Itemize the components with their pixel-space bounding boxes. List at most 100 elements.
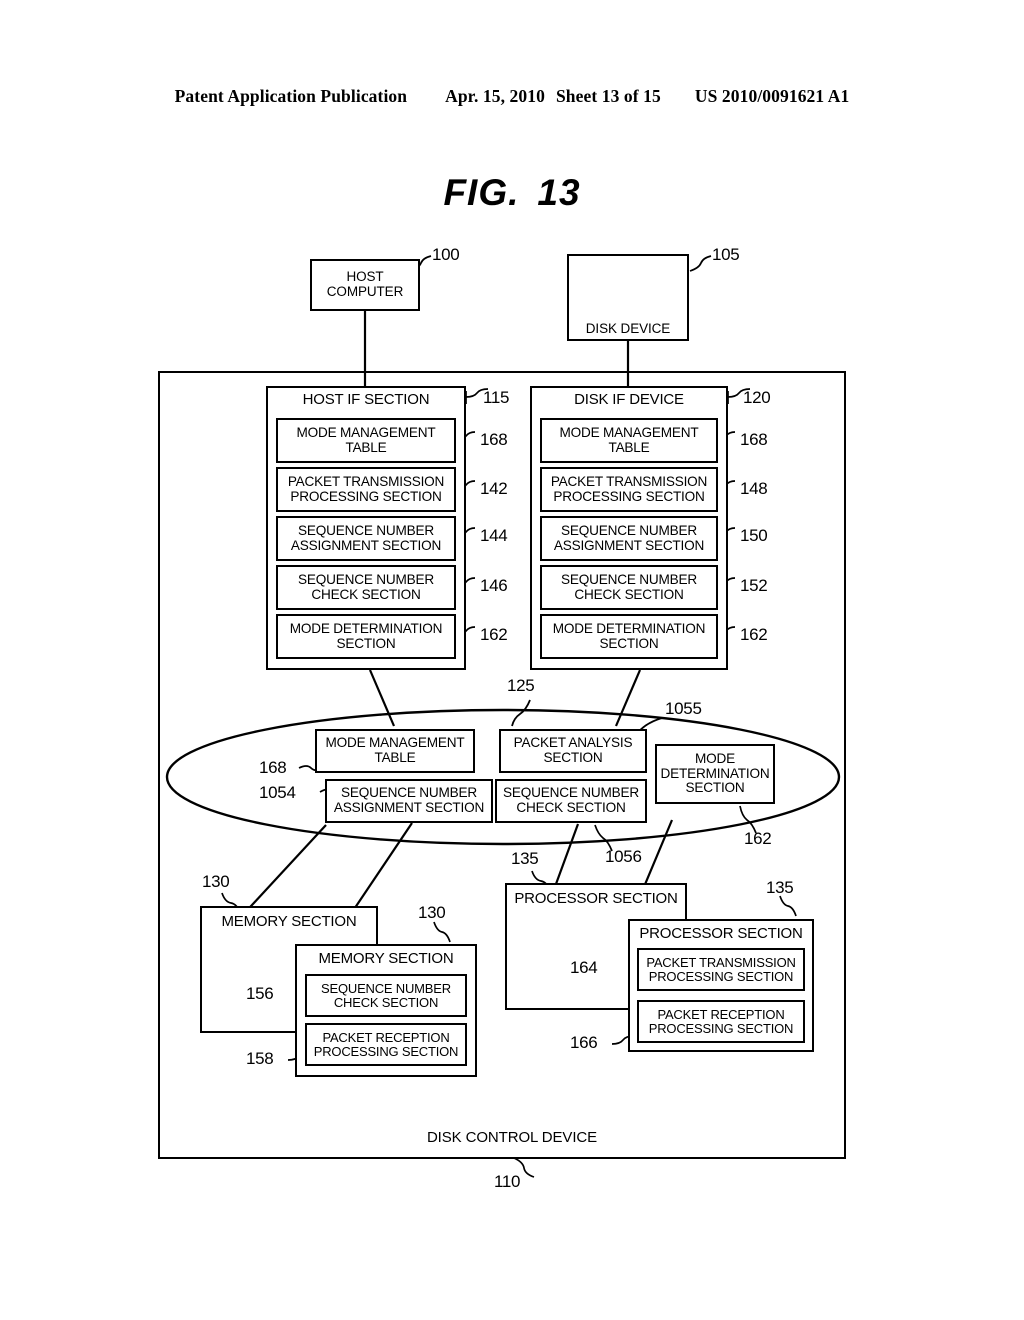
ref-142: 142 (480, 479, 508, 498)
box-line-1: MODE DETERMINATION (289, 620, 443, 636)
box-line-1: PACKET RECEPTION (657, 1006, 785, 1022)
ref-164: 164 (570, 958, 598, 977)
ref-105: 105 (712, 245, 740, 264)
box-line-2: TABLE (374, 750, 416, 765)
box-line-2: CHECK SECTION (333, 994, 439, 1010)
host-if-mode-management-table[interactable]: MODE MANAGEMENT TABLE (276, 418, 456, 463)
box-line-1: SEQUENCE NUMBER (561, 571, 697, 587)
ref-152: 152 (740, 576, 768, 595)
ref-1055: 1055 (665, 699, 702, 718)
ref-146: 146 (480, 576, 508, 595)
box-line-3: SECTION (685, 780, 745, 796)
ref-130-back: 130 (202, 872, 230, 891)
box-line-2: PROCESSING SECTION (648, 1020, 794, 1036)
ref-135-back: 135 (511, 849, 539, 868)
switch-sequence-number-assignment-section[interactable]: SEQUENCE NUMBER ASSIGNMENT SECTION (325, 779, 493, 823)
processor-section-front-title: PROCESSOR SECTION (639, 925, 803, 942)
box-line-1: SEQUENCE NUMBER (561, 522, 697, 538)
switch-packet-analysis-section[interactable]: PACKET ANALYSIS SECTION (499, 729, 647, 773)
ref-156: 156 (246, 984, 274, 1003)
disk-control-device-label: DISK CONTROL DEVICE (426, 1129, 598, 1146)
box-line-1: PACKET TRANSMISSION (646, 954, 796, 970)
box-line-1: SEQUENCE NUMBER (298, 522, 434, 538)
processor-section-back-title: PROCESSOR SECTION (514, 890, 678, 907)
memory-section-front-title: MEMORY SECTION (318, 950, 454, 967)
host-if-mode-determination-section[interactable]: MODE DETERMINATION SECTION (276, 614, 456, 659)
box-line-1: MODE (695, 751, 735, 767)
box-line-2: CHECK SECTION (574, 586, 684, 602)
diagram-line-layer (158, 255, 846, 1178)
box-line-2: SECTION (599, 635, 659, 651)
host-computer-box[interactable]: HOST COMPUTER (310, 259, 420, 311)
box-line-2: PROCESSING SECTION (290, 488, 442, 504)
box-line-2: DETERMINATION (660, 765, 770, 781)
disk-if-sequence-number-assignment-section[interactable]: SEQUENCE NUMBER ASSIGNMENT SECTION (540, 516, 718, 561)
ref-135-front: 135 (766, 878, 794, 897)
box-line-1: PACKET TRANSMISSION (287, 473, 445, 489)
host-if-packet-transmission-processing-section[interactable]: PACKET TRANSMISSION PROCESSING SECTION (276, 467, 456, 512)
box-line-1: PACKET RECEPTION (322, 1029, 450, 1045)
box-line-2: CHECK SECTION (516, 800, 626, 815)
memory-packet-reception-processing-section[interactable]: PACKET RECEPTION PROCESSING SECTION (305, 1023, 467, 1066)
box-line-1: SEQUENCE NUMBER (321, 980, 451, 996)
box-line-1: SEQUENCE NUMBER (503, 785, 639, 801)
box-line-2: PROCESSING SECTION (553, 488, 705, 504)
box-line-2: ASSIGNMENT SECTION (290, 537, 442, 553)
box-line-2: PROCESSING SECTION (313, 1043, 459, 1059)
ref-162-disk-if: 162 (740, 625, 768, 644)
box-line-1: MODE DETERMINATION (552, 620, 706, 636)
box-line-2: TABLE (608, 439, 650, 455)
box-line-2: SECTION (336, 635, 396, 651)
ref-168-host-if: 168 (480, 430, 508, 449)
switch-mode-management-table[interactable]: MODE MANAGEMENT TABLE (315, 729, 475, 773)
processor-packet-transmission-processing-section[interactable]: PACKET TRANSMISSION PROCESSING SECTION (637, 948, 805, 991)
memory-section-back-title: MEMORY SECTION (221, 913, 357, 930)
box-line-1: PACKET TRANSMISSION (550, 473, 708, 489)
ref-110: 110 (494, 1172, 521, 1191)
host-computer-label-2: COMPUTER (326, 284, 404, 299)
disk-device-box[interactable]: DISK DEVICE (567, 254, 689, 341)
ref-168-disk-if: 168 (740, 430, 768, 449)
ref-168-switch: 168 (259, 758, 287, 777)
host-computer-label-1: HOST (346, 269, 384, 285)
ref-1054: 1054 (259, 783, 296, 802)
box-line-2: SECTION (543, 750, 603, 765)
disk-if-mode-determination-section[interactable]: MODE DETERMINATION SECTION (540, 614, 718, 659)
switch-sequence-number-check-section[interactable]: SEQUENCE NUMBER CHECK SECTION (495, 779, 647, 823)
ref-130-front: 130 (418, 903, 446, 922)
ref-158: 158 (246, 1049, 274, 1068)
disk-if-packet-transmission-processing-section[interactable]: PACKET TRANSMISSION PROCESSING SECTION (540, 467, 718, 512)
ref-162-host-if: 162 (480, 625, 508, 644)
box-line-2: TABLE (345, 439, 387, 455)
processor-packet-reception-processing-section[interactable]: PACKET RECEPTION PROCESSING SECTION (637, 1000, 805, 1043)
ref-120: 120 (743, 388, 771, 407)
ref-150: 150 (740, 526, 768, 545)
ref-115: 115 (483, 388, 510, 407)
ref-125: 125 (507, 676, 535, 695)
host-if-section-title: HOST IF SECTION (302, 391, 430, 408)
box-line-2: PROCESSING SECTION (648, 968, 794, 984)
box-line-2: ASSIGNMENT SECTION (553, 537, 705, 553)
box-line-2: CHECK SECTION (311, 586, 421, 602)
disk-if-sequence-number-check-section[interactable]: SEQUENCE NUMBER CHECK SECTION (540, 565, 718, 610)
box-line-1: SEQUENCE NUMBER (341, 785, 477, 801)
ref-100: 100 (432, 245, 460, 264)
ref-144: 144 (480, 526, 508, 545)
box-line-1: SEQUENCE NUMBER (298, 571, 434, 587)
ref-162-switch: 162 (744, 829, 772, 848)
box-line-1: MODE MANAGEMENT (559, 424, 699, 440)
box-line-1: MODE MANAGEMENT (325, 735, 465, 751)
ref-148: 148 (740, 479, 768, 498)
switch-mode-determination-section[interactable]: MODE DETERMINATION SECTION (655, 744, 775, 804)
box-line-1: MODE MANAGEMENT (296, 424, 436, 440)
disk-if-mode-management-table[interactable]: MODE MANAGEMENT TABLE (540, 418, 718, 463)
host-if-sequence-number-assignment-section[interactable]: SEQUENCE NUMBER ASSIGNMENT SECTION (276, 516, 456, 561)
memory-sequence-number-check-section[interactable]: SEQUENCE NUMBER CHECK SECTION (305, 974, 467, 1017)
ref-1056: 1056 (605, 847, 642, 866)
ref-166: 166 (570, 1033, 598, 1052)
disk-device-label: DISK DEVICE (585, 321, 671, 337)
disk-if-device-title: DISK IF DEVICE (574, 391, 684, 408)
host-if-sequence-number-check-section[interactable]: SEQUENCE NUMBER CHECK SECTION (276, 565, 456, 610)
box-line-1: PACKET ANALYSIS (513, 735, 633, 751)
box-line-2: ASSIGNMENT SECTION (333, 800, 485, 815)
